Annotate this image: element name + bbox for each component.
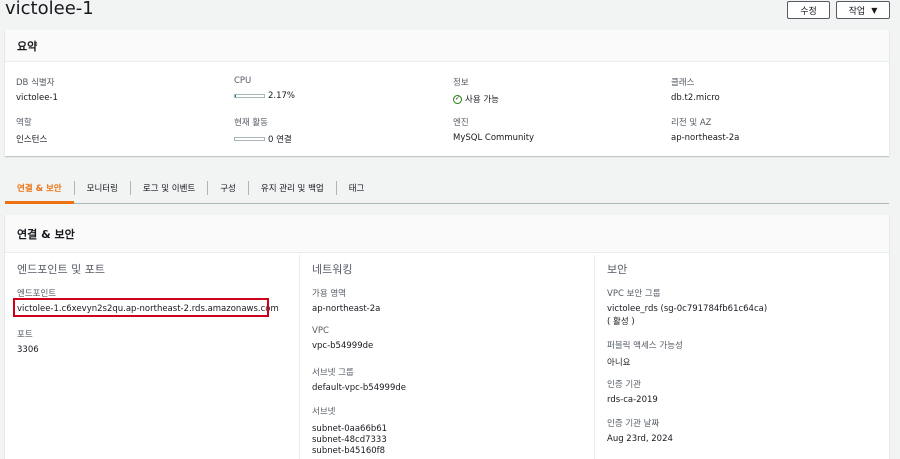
field-value: victolee-1 [16, 93, 58, 103]
endpoint-highlight-box [13, 298, 269, 317]
field-label: 엔진 [453, 118, 469, 128]
summary-panel: 요약 DB 식별자 victolee-1 CPU 2.17% 정보 ✓ 사용 가… [5, 30, 889, 156]
vpc-link[interactable]: vpc-b54999de [312, 341, 373, 351]
role-field: 역할 인스턴스 [16, 116, 47, 145]
port-field: 포트 3306 [17, 328, 39, 355]
security-section-title: 보안 [607, 263, 628, 276]
activity-bar [234, 137, 265, 141]
connectivity-heading: 연결 & 보안 [5, 215, 889, 253]
status-text: 사용 가능 [465, 95, 499, 105]
cpu-bar [234, 94, 265, 98]
public-access-field: 퍼블릭 액세스 가능성 아니요 [607, 339, 683, 368]
field-label: 역할 [16, 118, 32, 128]
status-field: 정보 ✓ 사용 가능 [453, 76, 499, 105]
field-label: 퍼블릭 액세스 가능성 [607, 341, 683, 351]
subnet-link[interactable]: subnet-0aa66b61 [312, 424, 387, 435]
edit-button-label: 수정 [800, 6, 817, 17]
status-value: ✓ 사용 가능 [453, 93, 499, 105]
detail-tabs: 연결 & 보안 모니터링 로그 및 이벤트 구성 유지 관리 및 백업 태그 [5, 172, 889, 204]
engine-field: 엔진 MySQL Community [453, 116, 534, 143]
cpu-field: CPU 2.17% [234, 76, 295, 101]
cpu-value: 2.17% [268, 91, 296, 101]
db-identifier: DB 식별자 victolee-1 [16, 76, 58, 103]
tab-monitoring[interactable]: 모니터링 [75, 172, 130, 203]
actions-button-label: 작업 [848, 6, 866, 17]
field-label: DB 식별자 [16, 78, 55, 88]
subnet-link[interactable]: subnet-b45160f8 [312, 446, 387, 457]
tab-maintenance-backup[interactable]: 유지 관리 및 백업 [249, 172, 336, 203]
region-field: 리전 및 AZ ap-northeast-2a [671, 116, 739, 143]
security-group-field: VPC 보안 그룹 victolee_rds (sg-0c791784fb61c… [607, 287, 767, 327]
cpu-meter: 2.17% [234, 91, 295, 101]
ca-date-field: 인증 기관 날짜 Aug 23rd, 2024 [607, 417, 673, 444]
edit-button[interactable]: 수정 [787, 1, 830, 19]
field-value: 아니요 [607, 358, 631, 368]
class-field: 클래스 db.t2.micro [671, 76, 720, 103]
check-circle-icon: ✓ [453, 94, 462, 104]
subnets-field: 서브넷 subnet-0aa66b61 subnet-48cd7333 subn… [312, 405, 387, 457]
field-value: 3306 [17, 345, 39, 355]
field-label: 현재 활동 [234, 118, 268, 128]
activity-field: 현재 활동 0 연결 [234, 116, 292, 145]
activity-value: 0 연결 [268, 135, 292, 145]
field-label: 가용 영역 [312, 289, 346, 299]
field-label: 포트 [17, 330, 33, 340]
tab-connectivity[interactable]: 연결 & 보안 [5, 172, 74, 204]
security-group-link[interactable]: victolee_rds (sg-0c791784fb61c64ca) [607, 304, 767, 314]
tab-logs-events[interactable]: 로그 및 이벤트 [131, 172, 207, 203]
subnet-group-field: 서브넷 그룹 default-vpc-b54999de [312, 366, 406, 393]
field-label: CPU [234, 76, 252, 86]
field-value: ap-northeast-2a [312, 304, 381, 314]
field-label: 인증 기관 [607, 380, 641, 390]
security-group-status: ( 활성 ) [607, 317, 635, 327]
column-divider [299, 255, 300, 459]
actions-button[interactable]: 작업 ▼ [836, 1, 890, 19]
caret-down-icon: ▼ [871, 5, 878, 15]
field-label: 서브넷 그룹 [312, 368, 354, 378]
column-divider [594, 255, 595, 459]
tab-configuration[interactable]: 구성 [208, 172, 248, 203]
activity-meter: 0 연결 [234, 133, 292, 145]
az-field: 가용 영역 ap-northeast-2a [312, 287, 380, 314]
field-label: 인증 기관 날짜 [607, 419, 660, 429]
field-label: VPC 보안 그룹 [607, 289, 661, 299]
field-value: db.t2.micro [671, 93, 720, 103]
field-label: VPC [312, 326, 329, 336]
field-value: 인스턴스 [16, 135, 48, 145]
cpu-bar-fill [235, 95, 236, 97]
field-label: 클래스 [671, 78, 695, 88]
field-value: rds-ca-2019 [607, 395, 658, 405]
tab-tags[interactable]: 태그 [337, 172, 377, 203]
connectivity-panel: 연결 & 보안 엔드포인트 및 포트 엔드포인트 victolee-1.c6xe… [5, 215, 889, 459]
field-label: 정보 [453, 78, 469, 88]
field-label: 리전 및 AZ [671, 118, 712, 128]
field-value: MySQL Community [453, 133, 535, 143]
endpoint-section-title: 엔드포인트 및 포트 [17, 263, 105, 276]
ca-field: 인증 기관 rds-ca-2019 [607, 378, 658, 405]
networking-section-title: 네트워킹 [312, 263, 353, 276]
subnet-link[interactable]: subnet-48cd7333 [312, 435, 387, 446]
field-label: 서브넷 [312, 407, 336, 417]
summary-heading: 요약 [5, 30, 889, 62]
field-value: ap-northeast-2a [671, 133, 740, 143]
field-value: Aug 23rd, 2024 [607, 434, 673, 444]
vpc-field: VPC vpc-b54999de [312, 326, 373, 351]
page-title: victolee-1 [5, 0, 94, 19]
field-value: default-vpc-b54999de [312, 383, 406, 393]
